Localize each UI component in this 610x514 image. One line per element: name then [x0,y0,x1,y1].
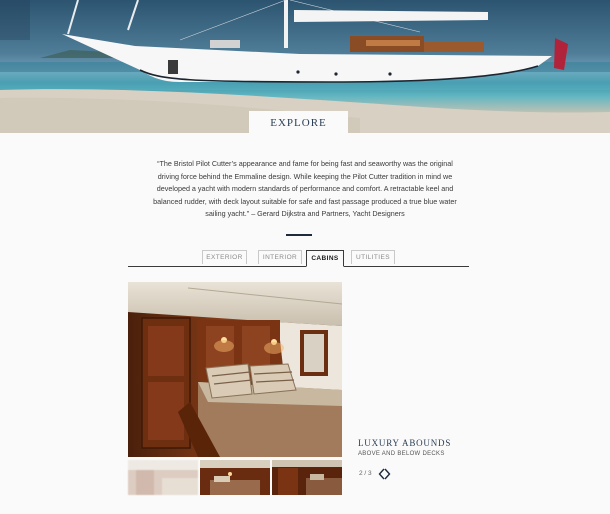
tab-cabins[interactable]: CABINS [306,250,344,267]
thumbnail-2[interactable] [200,460,270,495]
designer-quote: “The Bristol Pilot Cutter’s appearance a… [153,159,457,219]
tab-exterior[interactable]: EXTERIOR [202,250,247,264]
thumbnail-1[interactable] [128,460,198,495]
thumbnail-1-image [128,460,198,495]
thumbnail-3-image [272,460,342,495]
section-divider [286,234,312,236]
gallery-tabs: EXTERIOR INTERIOR CABINS UTILITIES [128,250,469,267]
explore-label: EXPLORE [249,111,348,135]
caption-subtitle: ABOVE AND BELOW DECKS [358,451,445,457]
tab-utilities[interactable]: UTILITIES [351,250,395,264]
cabin-photo-image [128,282,342,457]
tab-interior[interactable]: INTERIOR [258,250,302,264]
cabin-main-photo[interactable] [128,282,342,457]
slide-counter: 2 / 3 [359,470,372,477]
caption-title: LUXURY ABOUNDS [358,438,452,448]
thumbnail-3[interactable] [272,460,342,495]
chevron-right-icon[interactable] [383,467,391,480]
thumbnail-2-image [200,460,270,495]
